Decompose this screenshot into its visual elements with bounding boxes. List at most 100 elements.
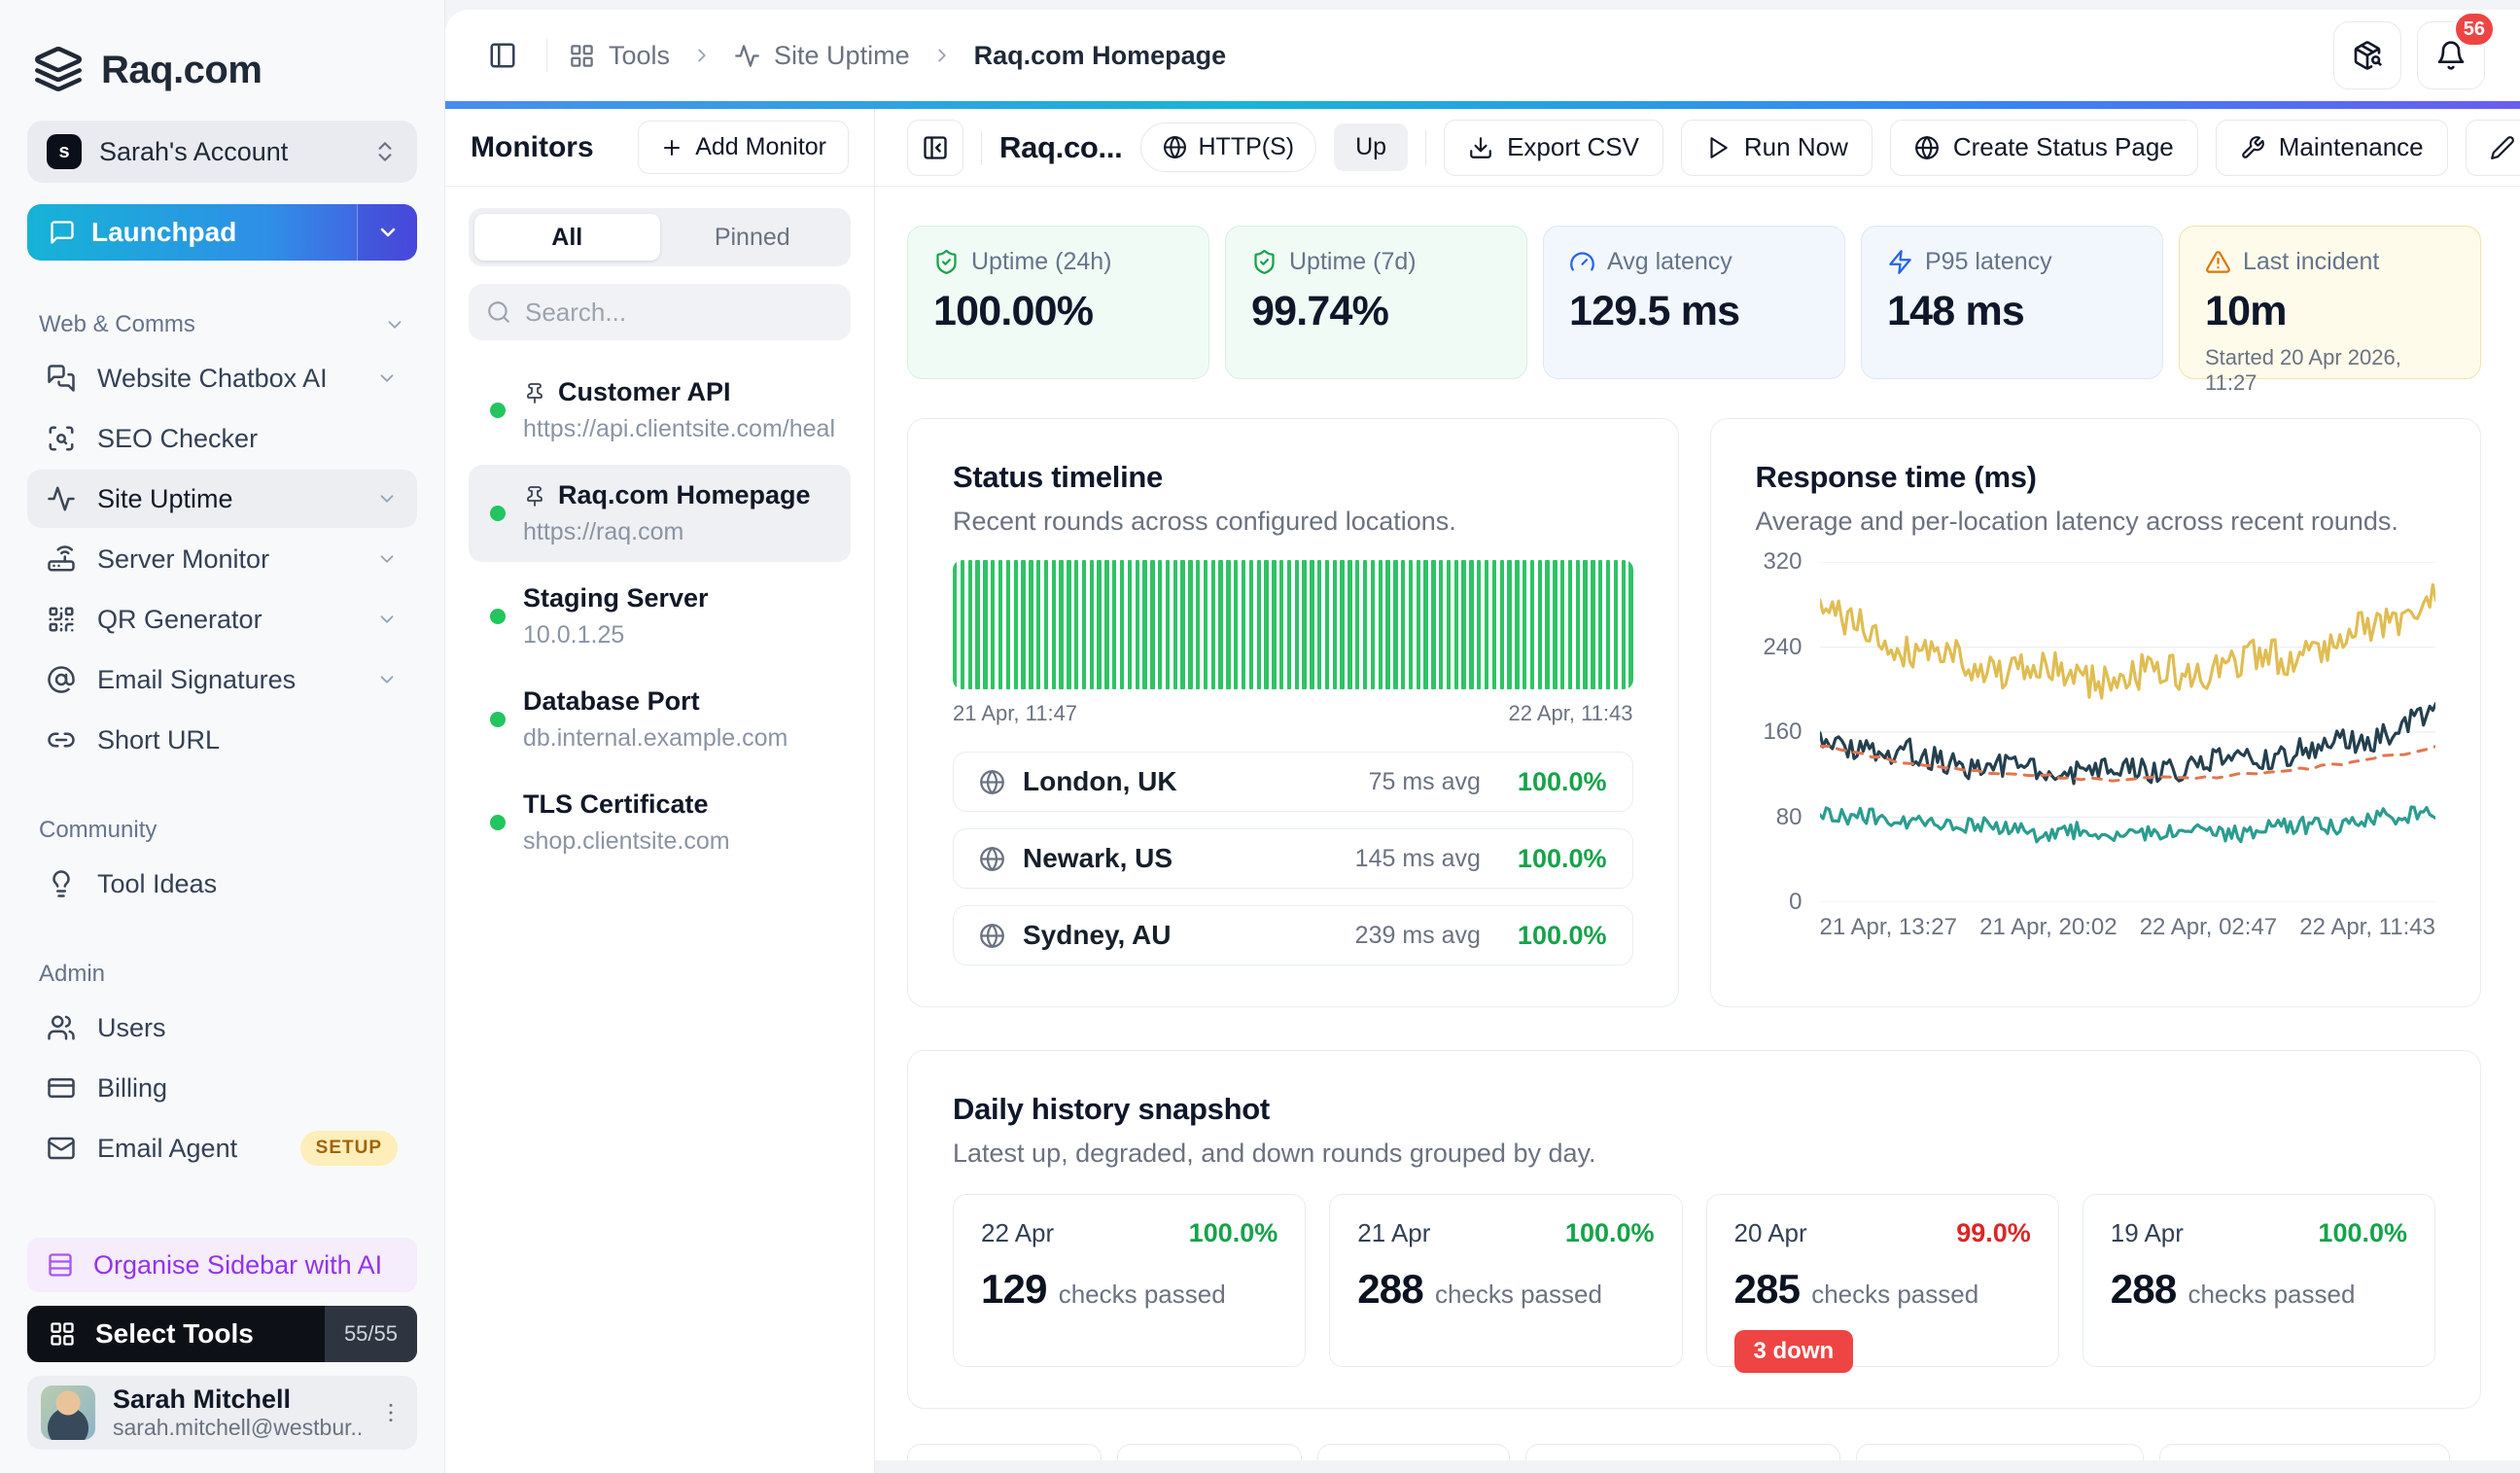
play-icon	[1705, 135, 1731, 160]
breadcrumb-site-uptime[interactable]: Site Uptime	[734, 41, 910, 71]
select-tools-count: 55/55	[325, 1306, 417, 1362]
zap-icon	[1887, 249, 1913, 275]
sidebar-item-email-agent[interactable]: Email Agent SETUP	[27, 1119, 417, 1177]
launchpad-button[interactable]: Launchpad	[27, 204, 417, 261]
sidebar-item-seo-checker[interactable]: SEO Checker	[27, 409, 417, 468]
create-status-page-button[interactable]: Create Status Page	[1890, 120, 2198, 176]
uptime-bar	[1211, 560, 1215, 689]
uptime-bar	[1598, 560, 1602, 689]
uptime-bar	[1560, 560, 1564, 689]
section-web-comms[interactable]: Web & Comms	[39, 311, 405, 338]
daily-history-card: Daily history snapshot Latest up, degrad…	[907, 1050, 2481, 1409]
uptime-bar	[1242, 560, 1245, 689]
uptime-bar	[1249, 560, 1253, 689]
launchpad-main[interactable]: Launchpad	[27, 204, 357, 261]
status-timeline-card: Status timeline Recent rounds across con…	[907, 418, 1679, 1007]
stat-last-incident: Last incident 10m Started 20 Apr 2026, 1…	[2179, 226, 2481, 379]
monitor-search[interactable]	[469, 284, 851, 340]
breadcrumb-tools[interactable]: Tools	[569, 41, 670, 71]
sidebar-item-label: Email Signatures	[97, 665, 355, 695]
export-csv-button[interactable]: Export CSV	[1444, 120, 1663, 176]
sidebar-item-website-chatbox-ai[interactable]: Website Chatbox AI	[27, 349, 417, 407]
monitor-item-customer-api[interactable]: Customer API https://api.clientsite.com/…	[469, 362, 851, 459]
launchpad-label: Launchpad	[91, 217, 236, 248]
uptime-bar	[1090, 560, 1094, 689]
pencil-icon	[2490, 135, 2515, 160]
monitor-item-raq-homepage[interactable]: Raq.com Homepage https://raq.com	[469, 465, 851, 562]
uptime-bar	[1302, 560, 1306, 689]
monitor-detail: Raq.co... HTTP(S) Up Export CSV Run Now	[875, 109, 2520, 1473]
uptime-bar	[1492, 560, 1496, 689]
sidebar-item-label: Server Monitor	[97, 544, 355, 575]
activity-icon	[47, 484, 76, 513]
uptime-bar	[1485, 560, 1488, 689]
location-uptime: 100.0%	[1518, 921, 1607, 951]
tab-all[interactable]: All	[474, 214, 660, 261]
uptime-bar	[1014, 560, 1018, 689]
uptime-bar	[953, 560, 957, 689]
monitor-item-database-port[interactable]: Database Port db.internal.example.com	[469, 671, 851, 768]
account-switcher[interactable]: s Sarah's Account	[27, 121, 417, 183]
shield-check-icon	[1251, 249, 1278, 275]
stat-label: P95 latency	[1925, 248, 2052, 276]
stat-label: Last incident	[2243, 248, 2379, 276]
uptime-bar	[1082, 560, 1086, 689]
uptime-bar	[1576, 560, 1580, 689]
monitor-name: Raq.com Homepage	[558, 480, 811, 510]
sidebar-item-tool-ideas[interactable]: Tool Ideas	[27, 855, 417, 913]
avatar	[41, 1385, 95, 1440]
organise-sidebar-ai-button[interactable]: Organise Sidebar with AI	[27, 1238, 417, 1292]
run-now-button[interactable]: Run Now	[1681, 120, 1872, 176]
uptime-bar	[1059, 560, 1063, 689]
maintenance-button[interactable]: Maintenance	[2216, 120, 2448, 176]
more-vertical-icon[interactable]	[378, 1400, 403, 1425]
sidebar-item-site-uptime[interactable]: Site Uptime	[27, 470, 417, 528]
download-icon	[1468, 135, 1493, 160]
sidebar-item-label: QR Generator	[97, 605, 355, 635]
launchpad-caret-button[interactable]	[357, 204, 417, 261]
notifications-button[interactable]: 56	[2417, 21, 2485, 89]
select-tools-button[interactable]: Select Tools 55/55	[27, 1306, 417, 1362]
mail-icon	[47, 1134, 76, 1163]
uptime-bar	[1363, 560, 1367, 689]
tab-pinned[interactable]: Pinned	[660, 214, 846, 261]
sidebar-toggle-button[interactable]	[480, 33, 525, 78]
day-uptime: 100.0%	[1189, 1218, 1278, 1248]
location-latency: 145 ms avg	[1355, 845, 1481, 873]
select-tools-main: Select Tools	[27, 1318, 325, 1350]
section-label-text: Community	[39, 817, 157, 844]
search-input[interactable]	[525, 298, 833, 328]
credit-card-icon	[47, 1073, 76, 1103]
uptime-bar	[1583, 560, 1587, 689]
y-tick: 0	[1789, 889, 1802, 916]
monitor-item-staging-server[interactable]: Staging Server 10.0.1.25	[469, 568, 851, 665]
add-monitor-button[interactable]: Add Monitor	[638, 121, 849, 174]
stat-label: Uptime (24h)	[971, 248, 1112, 276]
uptime-bar	[968, 560, 972, 689]
chevron-down-icon	[384, 314, 405, 335]
uptime-bar	[1379, 560, 1382, 689]
uptime-bar	[1287, 560, 1291, 689]
user-card[interactable]: Sarah Mitchell sarah.mitchell@westbur...	[27, 1376, 417, 1450]
logo-layers-icon	[33, 45, 84, 95]
package-search-button[interactable]	[2333, 21, 2401, 89]
account-avatar: s	[47, 134, 82, 169]
status-dot	[490, 712, 506, 727]
uptime-bar	[1393, 560, 1397, 689]
uptime-bar	[1158, 560, 1162, 689]
collapse-panel-button[interactable]	[907, 120, 963, 176]
divider	[546, 39, 547, 72]
stat-label: Avg latency	[1607, 248, 1732, 276]
sidebar-item-billing[interactable]: Billing	[27, 1059, 417, 1117]
sidebar-item-server-monitor[interactable]: Server Monitor	[27, 530, 417, 588]
monitor-item-tls-certificate[interactable]: TLS Certificate shop.clientsite.com	[469, 774, 851, 871]
uptime-bar	[1257, 560, 1261, 689]
divider	[981, 130, 982, 165]
monitors-panel-header: Monitors Add Monitor	[445, 109, 874, 187]
sidebar-item-email-signatures[interactable]: Email Signatures	[27, 650, 417, 709]
sidebar-item-short-url[interactable]: Short URL	[27, 711, 417, 769]
edit-button[interactable]: Edit	[2466, 120, 2520, 176]
sidebar-item-label: SEO Checker	[97, 424, 398, 454]
sidebar-item-qr-generator[interactable]: QR Generator	[27, 590, 417, 649]
sidebar-item-users[interactable]: Users	[27, 999, 417, 1057]
